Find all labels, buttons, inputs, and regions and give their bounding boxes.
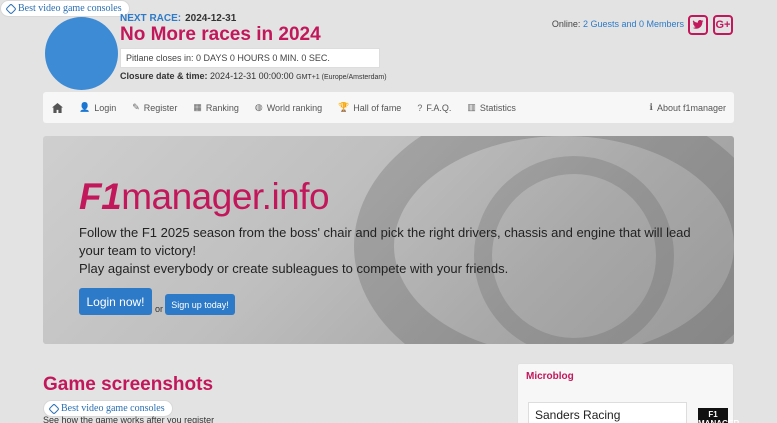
trophy-icon: 🏆 xyxy=(338,102,350,112)
globe-icon: ◍ xyxy=(254,102,263,112)
hero-line-2: Play against everybody or create subleag… xyxy=(79,261,509,276)
nav-world-ranking-label: World ranking xyxy=(266,102,323,113)
next-race-label: NEXT RACE: xyxy=(120,13,182,24)
closure-value: 2024-12-31 00:00:00 xyxy=(210,71,294,81)
nav-world-ranking[interactable]: ◍ World ranking xyxy=(247,102,330,113)
ad-badge-top[interactable]: Best video game consoles xyxy=(0,0,130,17)
next-race-date: 2024-12-31 xyxy=(185,13,237,24)
microblog-panel: Microblog Sanders Racing F1 MANAGER xyxy=(517,363,739,423)
nav-about[interactable]: ℹ About f1manager xyxy=(642,102,734,113)
online-guests-link[interactable]: 2 Guests and 0 Members xyxy=(583,19,684,29)
site-logo[interactable] xyxy=(45,17,118,90)
closure-timezone: GMT+1 (Europe/Amsterdam) xyxy=(296,74,387,81)
hero-title: F1manager.info xyxy=(79,176,330,218)
nav-login-label: Login xyxy=(94,102,117,113)
nav-login[interactable]: 👤 Login xyxy=(71,102,124,113)
tag-icon xyxy=(5,2,17,15)
google-plus-icon[interactable]: G+ xyxy=(713,15,733,35)
nav-register[interactable]: ✎ Register xyxy=(124,102,185,113)
user-icon: 👤 xyxy=(79,102,91,112)
nav-ranking-label: Ranking xyxy=(205,102,239,113)
microblog-logo: F1 MANAGER xyxy=(698,408,739,423)
pitlane-countdown: Pitlane closes in: 0 DAYS 0 HOURS 0 MIN.… xyxy=(120,48,380,68)
nav-hall-of-fame[interactable]: 🏆 Hall of fame xyxy=(330,102,409,113)
nav-faq-label: F.A.Q. xyxy=(426,102,452,113)
nav-statistics[interactable]: ▥ Statistics xyxy=(459,102,524,113)
microblog-post[interactable]: Sanders Racing xyxy=(528,402,687,423)
twitter-icon[interactable] xyxy=(688,15,708,35)
hero-title-f1: F1 xyxy=(79,176,122,217)
nav-ranking[interactable]: ▦ Ranking xyxy=(185,102,247,113)
race-title: No More races in 2024 xyxy=(120,24,321,45)
ad-badge-label: Best video game consoles xyxy=(18,3,122,14)
hero-title-rest: manager.info xyxy=(121,176,330,217)
hero-description: Follow the F1 2025 season from the boss'… xyxy=(79,224,699,278)
screenshots-title: Game screenshots xyxy=(43,374,214,395)
question-icon: ? xyxy=(417,102,423,113)
online-label: Online: xyxy=(551,19,581,29)
tag-icon xyxy=(48,402,60,415)
info-icon: ℹ xyxy=(649,102,653,112)
next-race: NEXT RACE: 2024-12-31 xyxy=(120,13,236,24)
main-navbar: 👤 Login ✎ Register ▦ Ranking ◍ World ranking… xyxy=(43,92,734,123)
closure-label: Closure date & time: xyxy=(120,71,208,81)
online-status: Online: 2 Guests and 0 Members xyxy=(552,19,684,29)
pencil-icon: ✎ xyxy=(132,102,140,112)
nav-statistics-label: Statistics xyxy=(479,102,516,113)
screenshots-subtitle: See how the game works after you registe… xyxy=(43,415,215,423)
hero-or-text: or xyxy=(155,304,164,314)
login-now-button[interactable]: Login now! xyxy=(79,288,152,315)
nav-register-label: Register xyxy=(143,102,178,113)
hero-banner: F1manager.info Follow the F1 2025 season… xyxy=(43,136,734,344)
bar-chart-icon: ▥ xyxy=(467,102,476,112)
home-icon xyxy=(52,102,63,113)
nav-faq[interactable]: ? F.A.Q. xyxy=(409,103,459,113)
hero-line-1: Follow the F1 2025 season from the boss'… xyxy=(79,225,691,258)
ad-badge-screenshots-label: Best video game consoles xyxy=(61,403,165,414)
nav-home[interactable] xyxy=(43,102,71,113)
nav-about-label: About f1manager xyxy=(656,102,726,113)
sign-up-button[interactable]: Sign up today! xyxy=(165,294,235,315)
table-icon: ▦ xyxy=(193,102,202,112)
closure-date: Closure date & time: 2024-12-31 00:00:00… xyxy=(120,71,387,81)
microblog-title: Microblog xyxy=(526,371,574,382)
nav-hall-of-fame-label: Hall of fame xyxy=(353,102,402,113)
